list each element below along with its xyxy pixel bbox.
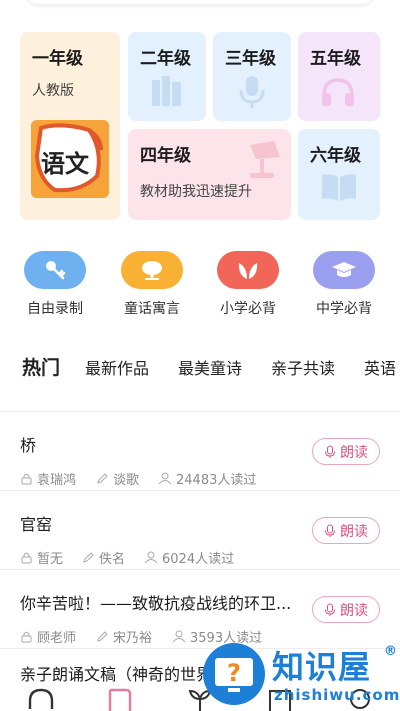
- microphone-icon: [325, 524, 335, 537]
- grade-edition: 人教版: [32, 83, 74, 99]
- grade-title: 三年级: [225, 49, 276, 69]
- category-label: 童话寓言: [124, 301, 180, 317]
- reader-name: 袁瑞鸿: [37, 473, 77, 488]
- watermark-url: zhishiwu.com: [274, 686, 400, 704]
- grade-card-4[interactable]: 四年级 教材助我迅速提升: [128, 129, 291, 220]
- pen-icon: [97, 473, 108, 484]
- item-writer: 宋乃裕: [96, 627, 152, 646]
- grade-card-3[interactable]: 三年级: [213, 32, 291, 121]
- item-writer: 佚名: [82, 548, 125, 567]
- category-label: 自由录制: [27, 301, 83, 317]
- item-writer: 谈歌: [96, 469, 139, 488]
- help-badge-icon: ?: [203, 643, 265, 705]
- grade-card-6[interactable]: 六年级: [298, 129, 380, 220]
- tab-latest[interactable]: 最新作品: [85, 355, 149, 379]
- grade-title: 五年级: [310, 49, 361, 69]
- writer-name: 宋乃裕: [113, 631, 153, 646]
- grade-card-1[interactable]: 一年级 人教版 语文: [20, 32, 120, 220]
- pen-icon: [97, 631, 108, 642]
- read-count: 6024人读过: [162, 552, 235, 567]
- grade-card-2[interactable]: 二年级: [128, 32, 206, 121]
- grade-title: 二年级: [140, 49, 191, 69]
- read-aloud-label: 朗读: [340, 602, 368, 619]
- list-item[interactable]: 你辛苦啦！——致敬抗疫战线的环卫... 顾老师 宋乃裕 3593人读过 朗读: [0, 569, 400, 648]
- open-book-icon: [322, 174, 356, 201]
- watermark: ? 知识屋 ® zhishiwu.com: [200, 640, 400, 711]
- microphone-icon: [239, 76, 265, 108]
- book-icon[interactable]: [106, 687, 134, 711]
- writer-name: 谈歌: [113, 473, 140, 488]
- microphone-icon: [325, 603, 335, 616]
- graduation-cap-icon: [313, 251, 375, 289]
- read-aloud-label: 朗读: [340, 523, 368, 540]
- desk-lamp-icon: [250, 141, 280, 178]
- grade-title: 六年级: [310, 146, 361, 166]
- person-icon: [172, 630, 186, 643]
- item-title: 官窑: [20, 515, 53, 534]
- read-aloud-button[interactable]: 朗读: [312, 596, 380, 623]
- tab-hot[interactable]: 热门: [22, 355, 60, 380]
- list-item[interactable]: 桥 袁瑞鸿 谈歌 24483人读过 朗读: [0, 411, 400, 490]
- item-title: 桥: [20, 436, 37, 455]
- tab-parent-child[interactable]: 亲子共读: [271, 355, 335, 379]
- grade-title: 四年级: [140, 146, 191, 166]
- search-bar-edge[interactable]: [26, 0, 374, 4]
- watermark-registered: ®: [384, 644, 397, 659]
- item-read-count: 24483人读过: [158, 469, 256, 488]
- lock-icon: [21, 631, 32, 643]
- yuwen-book-icon: 语文: [31, 120, 109, 198]
- category-label: 小学必背: [220, 301, 276, 317]
- item-read-count: 6024人读过: [144, 548, 234, 567]
- list-item[interactable]: 官窑 暂无 佚名 6024人读过 朗读: [0, 490, 400, 569]
- tree-icon: [121, 251, 183, 289]
- lock-icon: [21, 552, 32, 564]
- category-primary-recite[interactable]: 小学必背: [208, 251, 288, 318]
- item-reader: 暂无: [20, 548, 63, 567]
- read-count: 24483人读过: [176, 473, 257, 488]
- tab-best-poems[interactable]: 最美童诗: [178, 355, 242, 379]
- item-reader: 袁瑞鸿: [20, 469, 76, 488]
- read-aloud-label: 朗读: [340, 444, 368, 461]
- grade-card-5[interactable]: 五年级: [298, 32, 380, 121]
- key-icon: [24, 251, 86, 289]
- person-icon: [158, 472, 172, 485]
- headphones-icon[interactable]: [26, 687, 56, 711]
- writer-name: 佚名: [99, 552, 126, 567]
- lock-icon: [21, 473, 32, 485]
- reader-name: 暂无: [37, 552, 64, 567]
- svg-text:?: ?: [227, 659, 241, 687]
- grade-slogan: 教材助我迅速提升: [140, 184, 252, 200]
- books-icon: [152, 76, 181, 106]
- person-icon: [144, 551, 158, 564]
- item-title: 你辛苦啦！——致敬抗疫战线的环卫...: [20, 594, 292, 613]
- reader-name: 顾老师: [37, 631, 77, 646]
- item-reader: 顾老师: [20, 627, 76, 646]
- category-middle-recite[interactable]: 中学必背: [304, 251, 384, 318]
- category-fairy-tales[interactable]: 童话寓言: [112, 251, 192, 318]
- read-aloud-button[interactable]: 朗读: [312, 517, 380, 544]
- headphones-icon: [322, 78, 354, 106]
- tab-english[interactable]: 英语: [364, 355, 396, 379]
- microphone-icon: [325, 445, 335, 458]
- content-tabs: 热门 最新作品 最美童诗 亲子共读 英语: [0, 355, 400, 385]
- category-label: 中学必背: [316, 301, 372, 317]
- watermark-title: 知识屋: [272, 648, 372, 686]
- leaf-icon: [217, 251, 279, 289]
- pen-icon: [83, 552, 94, 563]
- yuwen-logo-text: 语文: [41, 149, 89, 178]
- read-aloud-button[interactable]: 朗读: [312, 438, 380, 465]
- category-free-record[interactable]: 自由录制: [15, 251, 95, 318]
- item-title: 亲子朗诵文稿（神奇的世界: [20, 665, 213, 684]
- grade-title: 一年级: [32, 49, 83, 69]
